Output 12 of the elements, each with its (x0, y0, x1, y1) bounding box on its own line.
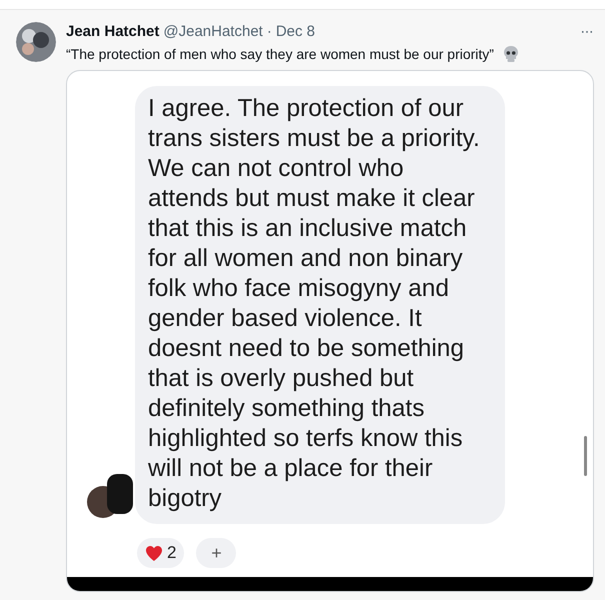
author-name[interactable]: Jean Hatchet (66, 22, 160, 42)
message-text: I agree. The protection of our trans sisters must be a priority. We can not control who attends but must make it clear that this is an inclusive match for all women and non binary folk who face misogyny and gender based violence. It doesnt need to be something that is overly pushed but definitely something thats highlighted so terfs know this will not be a place for their bigotry (148, 94, 481, 514)
separator: · (266, 22, 272, 42)
skull-icon (502, 45, 520, 63)
author-handle[interactable]: @JeanHatchet (163, 22, 263, 42)
scrollbar (584, 436, 587, 476)
heart-icon (145, 544, 163, 562)
add-reaction-button[interactable]: + (196, 538, 236, 568)
more-button[interactable]: ··· (580, 22, 593, 42)
post-date[interactable]: Dec 8 (276, 22, 316, 42)
reaction-button[interactable]: 2 (137, 538, 184, 568)
post-text: “The protection of men who say they are women must be our priority” (66, 45, 494, 64)
